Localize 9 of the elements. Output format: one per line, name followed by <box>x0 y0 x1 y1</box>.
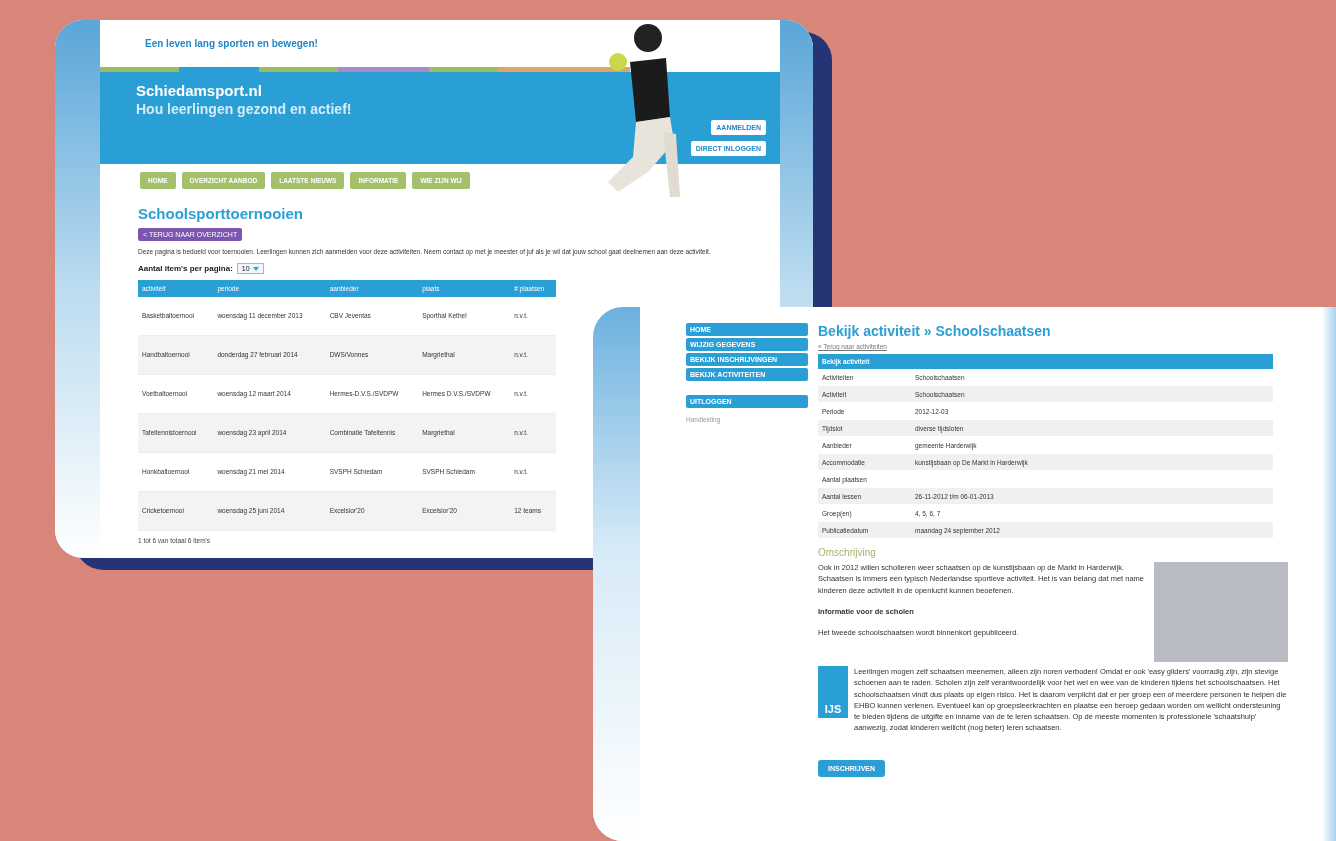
tagline: Een leven lang sporten en bewegen! <box>145 38 318 49</box>
site-name: Schiedamsport.nl <box>136 82 263 99</box>
section-heading: Omschrijving <box>818 547 877 558</box>
caret-icon <box>252 266 259 271</box>
per-page-label: Aantal item's per pagina: <box>138 263 233 273</box>
page-title: Schoolsporttoernooien <box>138 205 304 222</box>
slogan: Hou leerlingen gezond en actief! <box>136 101 352 117</box>
page-title: Bekijk activiteit » Schoolschaatsen <box>818 323 1052 339</box>
ijs-logo: IJS <box>818 666 848 718</box>
